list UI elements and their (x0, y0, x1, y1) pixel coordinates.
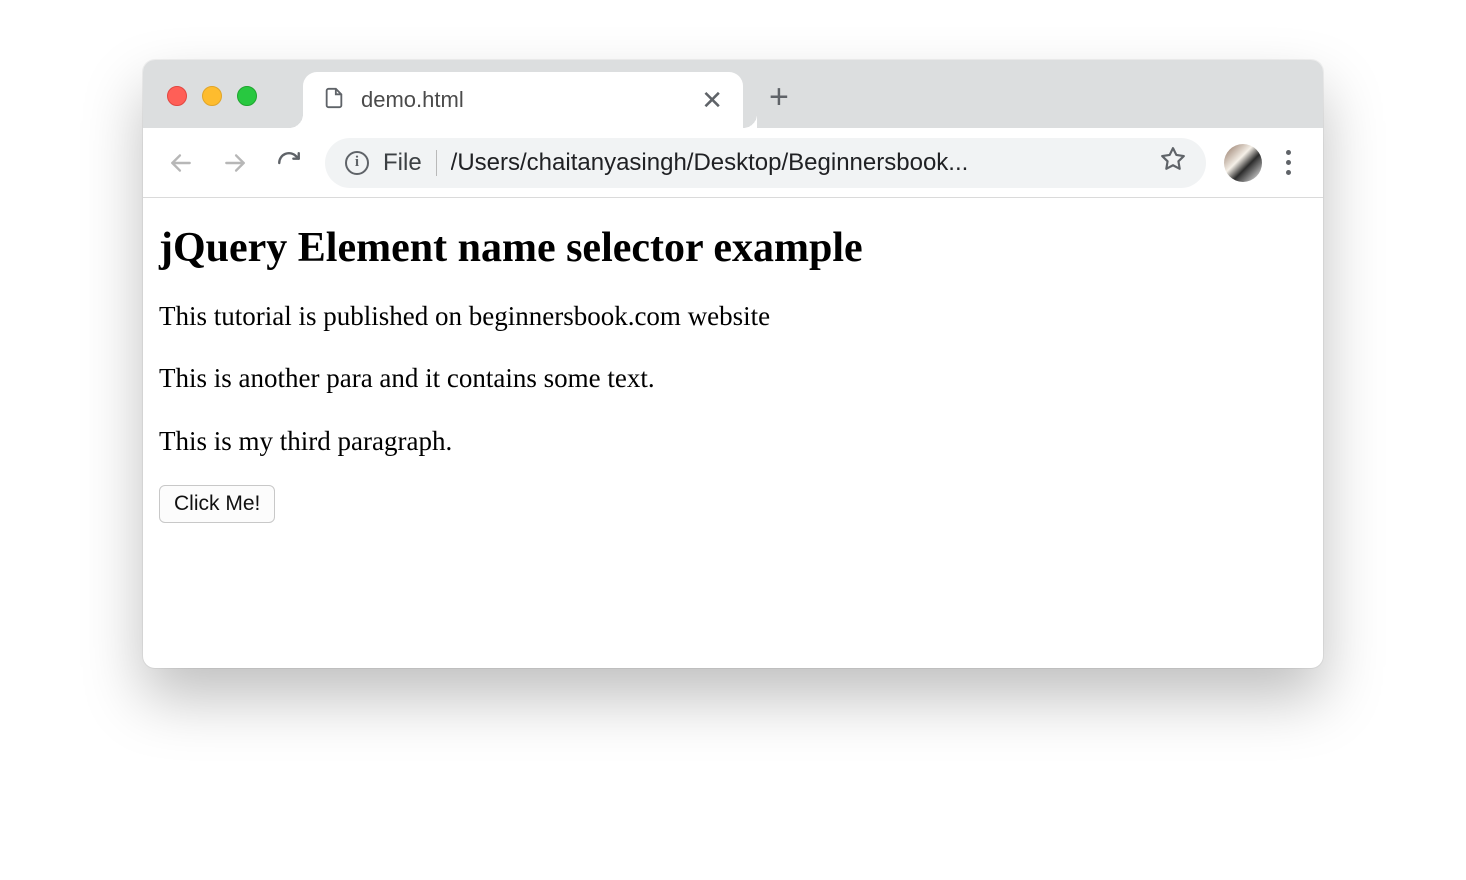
url-path: /Users/chaitanyasingh/Desktop/Beginnersb… (451, 149, 1146, 177)
window-minimize-button[interactable] (202, 86, 222, 106)
forward-button[interactable] (217, 145, 253, 181)
back-button[interactable] (163, 145, 199, 181)
profile-avatar[interactable] (1224, 144, 1262, 182)
site-info-icon[interactable]: i (345, 151, 369, 175)
browser-tab[interactable]: demo.html ✕ (303, 72, 743, 128)
browser-toolbar: i File /Users/chaitanyasingh/Desktop/Beg… (143, 128, 1323, 198)
browser-menu-button[interactable] (1280, 144, 1297, 181)
tab-strip: demo.html ✕ + (143, 60, 1323, 128)
paragraph-2: This is another para and it contains som… (159, 360, 1307, 396)
window-close-button[interactable] (167, 86, 187, 106)
paragraph-3: This is my third paragraph. (159, 423, 1307, 459)
url-separator (436, 150, 437, 176)
reload-button[interactable] (271, 145, 307, 181)
browser-window: demo.html ✕ + i File /Users/chaitanyasin (143, 60, 1323, 668)
file-document-icon (323, 87, 345, 114)
window-maximize-button[interactable] (237, 86, 257, 106)
tab-title: demo.html (361, 87, 685, 113)
page-heading: jQuery Element name selector example (159, 224, 1307, 272)
address-bar[interactable]: i File /Users/chaitanyasingh/Desktop/Beg… (325, 138, 1206, 188)
url-scheme: File (383, 149, 422, 177)
window-controls (167, 86, 257, 106)
page-viewport: jQuery Element name selector example Thi… (143, 198, 1323, 668)
click-me-button[interactable]: Click Me! (159, 485, 275, 523)
close-tab-icon[interactable]: ✕ (701, 87, 723, 113)
paragraph-1: This tutorial is published on beginnersb… (159, 298, 1307, 334)
bookmark-star-icon[interactable] (1160, 146, 1186, 179)
new-tab-button[interactable]: + (769, 80, 789, 114)
